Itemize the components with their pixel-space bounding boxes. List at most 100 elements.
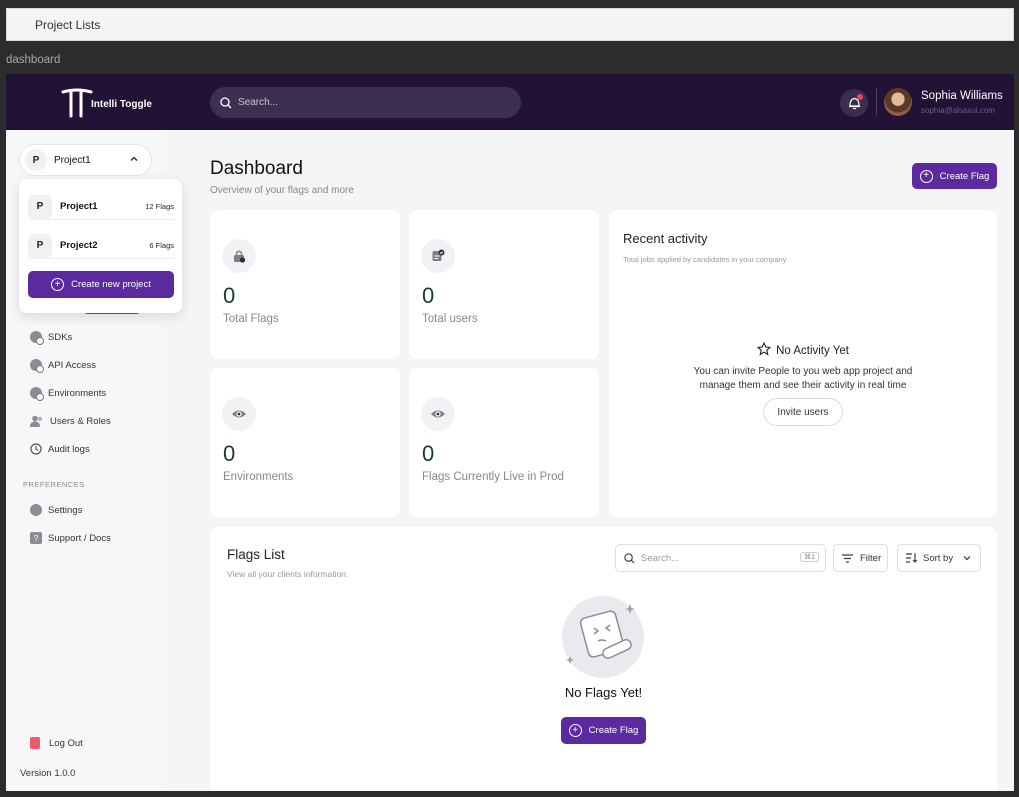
- flags-search[interactable]: ⌘1: [615, 544, 826, 572]
- filter-label: Filter: [860, 552, 882, 564]
- users-icon: [30, 415, 43, 427]
- stat-card-total-flags: 0 Total Flags: [210, 210, 400, 359]
- empty-activity-body-line-2: manage them and see their activity in re…: [699, 380, 907, 391]
- stat-value: 0: [223, 441, 236, 466]
- stat-label: Total users: [422, 313, 478, 325]
- empty-flags-title: No Flags Yet!: [564, 685, 643, 700]
- clock-icon: [30, 443, 42, 455]
- create-flag-button[interactable]: + Create Flag: [912, 163, 997, 189]
- flags-search-input[interactable]: [641, 552, 791, 564]
- logout-label: Log Out: [49, 737, 83, 749]
- flags-list-title: Flags List: [227, 547, 285, 562]
- plus-circle-icon: +: [568, 724, 582, 737]
- create-flag-button-empty[interactable]: + Create Flag: [561, 717, 646, 744]
- sidebar-item-label: Audit logs: [48, 443, 90, 455]
- sidebar-item-label: API Access: [48, 359, 97, 371]
- notifications-button[interactable]: [840, 89, 868, 117]
- project-dropdown: P Project1 12 Flags P Project2 6 Flags +…: [19, 179, 182, 313]
- create-project-button[interactable]: + Create new project: [28, 271, 174, 298]
- sort-icon: [906, 553, 917, 563]
- sdk-icon: [30, 331, 44, 345]
- project-flag-count: 12 Flags: [145, 202, 174, 211]
- logo-icon: [61, 88, 93, 118]
- sidebar-item-support[interactable]: ? Support / Docs: [30, 532, 111, 544]
- global-search[interactable]: [210, 87, 521, 118]
- sidebar-item-users-roles[interactable]: Users & Roles: [30, 415, 111, 427]
- sidebar-item-label: SDKs: [48, 331, 73, 343]
- stat-label: Environments: [223, 471, 294, 483]
- create-project-label: Create new project: [71, 279, 151, 290]
- logout-icon: [30, 737, 40, 749]
- user-check-icon: [421, 239, 455, 273]
- empty-flags-illustration: [562, 596, 644, 678]
- filter-button[interactable]: Filter: [833, 544, 888, 572]
- project-flag-count: 6 Flags: [149, 241, 174, 250]
- stat-value: 0: [422, 283, 435, 308]
- create-flag-label: Create Flag: [588, 725, 639, 736]
- top-bar: Project Lists: [6, 8, 1014, 41]
- user-email: sophia@alsaxui.com: [921, 106, 995, 115]
- sidebar-item-label: Users & Roles: [50, 415, 111, 427]
- preferences-heading: PREFERENCES: [23, 480, 85, 489]
- filter-icon: [842, 553, 853, 563]
- eye-icon: [222, 397, 256, 431]
- current-project-name: Project1: [54, 154, 91, 166]
- header-divider: [876, 88, 877, 116]
- sidebar-item-sdks[interactable]: SDKs: [30, 331, 73, 345]
- recent-activity-subtitle: Total jobs applied by candidates in your…: [623, 255, 787, 264]
- page-title: Dashboard: [210, 158, 303, 179]
- flags-list-card: Flags List View all your clients informa…: [210, 527, 997, 791]
- chevron-down-icon: [963, 556, 971, 561]
- lock-icon: [222, 239, 256, 273]
- project-option[interactable]: P Project1 12 Flags: [28, 194, 174, 220]
- global-search-input[interactable]: [238, 97, 498, 108]
- project-option[interactable]: P Project2 6 Flags: [28, 233, 174, 259]
- stat-label: Total Flags: [223, 313, 279, 325]
- sidebar-item-label: Support / Docs: [48, 532, 111, 544]
- chevron-up-icon: [130, 156, 138, 161]
- sidebar-item-environments[interactable]: Environments: [30, 387, 107, 401]
- recent-activity-card: Recent activity Total jobs applied by ca…: [609, 210, 997, 517]
- logo-text: Intelli Toggle: [91, 98, 152, 110]
- sidebar-item-audit-logs[interactable]: Audit logs: [30, 443, 90, 455]
- project-option-name: Project1: [60, 201, 98, 212]
- sidebar: P Project1 P Project1 12 Flags P Project…: [6, 130, 182, 791]
- notification-dot: [857, 94, 863, 100]
- project-option-name: Project2: [60, 240, 98, 251]
- avatar[interactable]: [884, 88, 912, 116]
- plus-circle-icon: +: [919, 169, 933, 183]
- top-header: Intelli Toggle Sophia Williams sophia@al…: [6, 74, 1014, 130]
- sort-button[interactable]: Sort by: [897, 544, 981, 572]
- app-window: Intelli Toggle Sophia Williams sophia@al…: [6, 74, 1014, 791]
- sidebar-item-settings[interactable]: Settings: [30, 504, 82, 516]
- user-name[interactable]: Sophia Williams: [921, 90, 1003, 102]
- logo[interactable]: Intelli Toggle: [61, 86, 152, 118]
- empty-activity-body-line-1: You can invite People to you web app pro…: [693, 366, 913, 377]
- help-icon: ?: [30, 532, 42, 544]
- search-icon: [624, 552, 635, 564]
- api-icon: [30, 359, 44, 373]
- eye-icon: [421, 397, 455, 431]
- stat-label: Flags Currently Live in Prod: [422, 471, 564, 483]
- stat-card-total-users: 0 Total users: [409, 210, 599, 359]
- empty-activity-title: No Activity Yet: [609, 341, 997, 357]
- invite-users-button[interactable]: Invite users: [763, 398, 843, 426]
- create-flag-label: Create Flag: [939, 170, 990, 182]
- stat-card-live-flags: 0 Flags Currently Live in Prod: [409, 368, 599, 517]
- empty-activity-title-text: No Activity Yet: [776, 345, 849, 357]
- page-subtitle: Overview of your flags and more: [210, 185, 354, 196]
- project-badge: P: [28, 194, 52, 219]
- stat-value: 0: [422, 441, 435, 466]
- top-bar-title: Project Lists: [35, 17, 101, 32]
- recent-activity-title: Recent activity: [623, 231, 708, 246]
- search-icon: [220, 96, 232, 108]
- project-badge: P: [28, 233, 52, 258]
- sort-label: Sort by: [923, 552, 954, 564]
- shortcut-hint: ⌘1: [800, 552, 819, 562]
- logout-button[interactable]: Log Out: [30, 737, 83, 749]
- sidebar-item-label: Environments: [48, 387, 107, 399]
- sidebar-item-api-access[interactable]: API Access: [30, 359, 97, 373]
- project-badge: P: [25, 149, 47, 171]
- project-selector[interactable]: P Project1: [19, 144, 152, 176]
- app-version: Version 1.0.0: [20, 768, 76, 779]
